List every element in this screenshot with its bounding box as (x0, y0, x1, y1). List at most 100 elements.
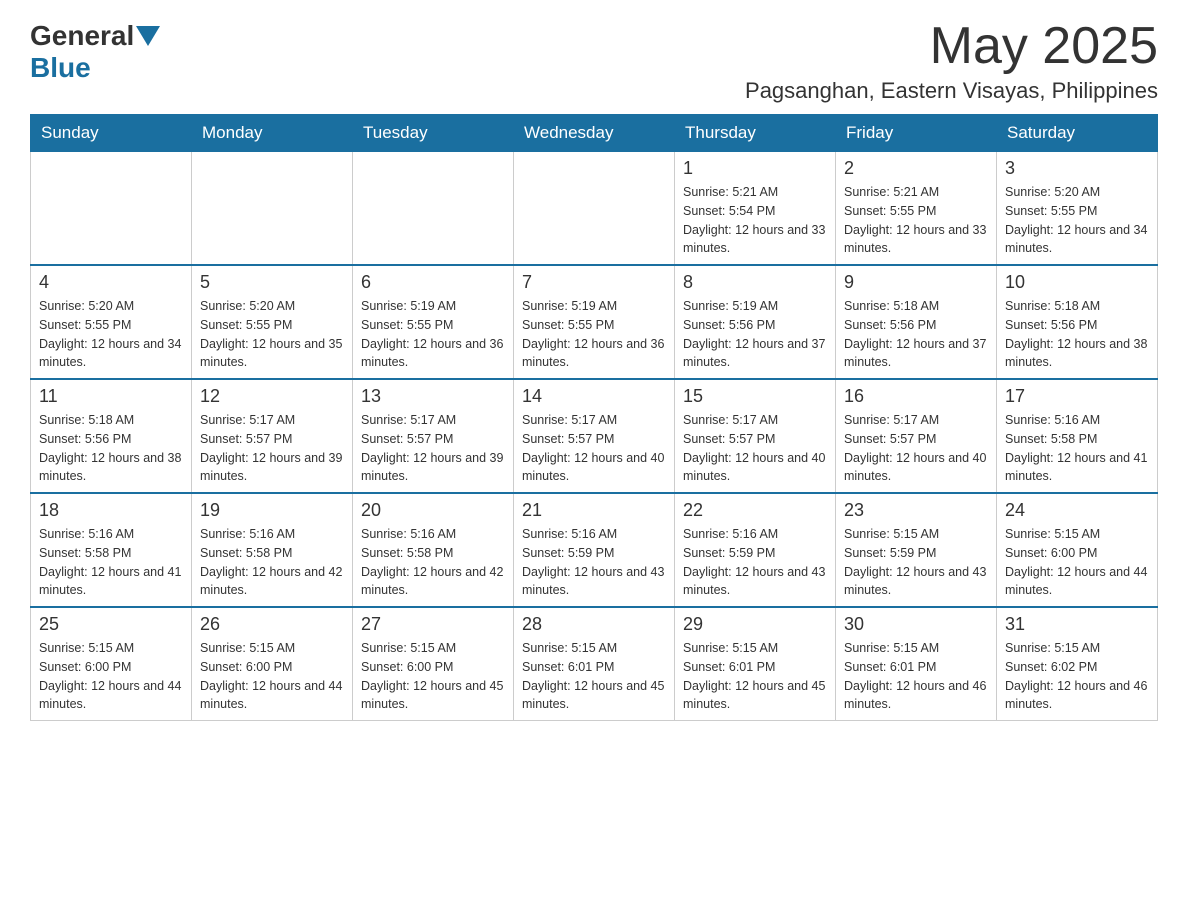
calendar-cell: 14Sunrise: 5:17 AMSunset: 5:57 PMDayligh… (514, 379, 675, 493)
day-number: 15 (683, 386, 827, 407)
day-number: 21 (522, 500, 666, 521)
calendar-week-row: 1 Sunrise: 5:21 AMSunset: 5:54 PMDaylight… (31, 152, 1158, 266)
day-info: Sunrise: 5:17 AMSunset: 5:57 PMDaylight:… (200, 411, 344, 486)
calendar-cell: 2 Sunrise: 5:21 AMSunset: 5:55 PMDaylight… (836, 152, 997, 266)
day-info: Sunrise: 5:16 AMSunset: 5:58 PMDaylight:… (361, 525, 505, 600)
day-number: 29 (683, 614, 827, 635)
calendar-cell: 13Sunrise: 5:17 AMSunset: 5:57 PMDayligh… (353, 379, 514, 493)
calendar-header-sunday: Sunday (31, 115, 192, 152)
day-info: Sunrise: 5:17 AMSunset: 5:57 PMDaylight:… (844, 411, 988, 486)
day-number: 7 (522, 272, 666, 293)
day-info: Sunrise: 5:21 AMSunset: 5:54 PMDaylight:… (683, 183, 827, 258)
day-number: 6 (361, 272, 505, 293)
calendar-cell: 16 Sunrise: 5:17 AMSunset: 5:57 PMDayligh… (836, 379, 997, 493)
day-number: 2 (844, 158, 988, 179)
day-number: 28 (522, 614, 666, 635)
calendar-cell: 10 Sunrise: 5:18 AMSunset: 5:56 PMDayligh… (997, 265, 1158, 379)
day-info: Sunrise: 5:20 AMSunset: 5:55 PMDaylight:… (39, 297, 183, 372)
title-section: May 2025 Pagsanghan, Eastern Visayas, Ph… (745, 20, 1158, 104)
calendar-week-row: 4 Sunrise: 5:20 AMSunset: 5:55 PMDaylight… (31, 265, 1158, 379)
day-number: 3 (1005, 158, 1149, 179)
calendar-table: SundayMondayTuesdayWednesdayThursdayFrid… (30, 114, 1158, 721)
calendar-cell: 7 Sunrise: 5:19 AMSunset: 5:55 PMDaylight… (514, 265, 675, 379)
calendar-cell: 15Sunrise: 5:17 AMSunset: 5:57 PMDayligh… (675, 379, 836, 493)
day-info: Sunrise: 5:15 AMSunset: 6:00 PMDaylight:… (361, 639, 505, 714)
calendar-cell: 26Sunrise: 5:15 AMSunset: 6:00 PMDayligh… (192, 607, 353, 721)
day-number: 1 (683, 158, 827, 179)
location-title: Pagsanghan, Eastern Visayas, Philippines (745, 78, 1158, 104)
calendar-cell: 12 Sunrise: 5:17 AMSunset: 5:57 PMDayligh… (192, 379, 353, 493)
calendar-header-wednesday: Wednesday (514, 115, 675, 152)
day-info: Sunrise: 5:19 AMSunset: 5:56 PMDaylight:… (683, 297, 827, 372)
page-header: General Blue May 2025 Pagsanghan, Easter… (30, 20, 1158, 104)
calendar-cell (514, 152, 675, 266)
calendar-week-row: 25 Sunrise: 5:15 AMSunset: 6:00 PMDayligh… (31, 607, 1158, 721)
day-number: 5 (200, 272, 344, 293)
calendar-cell: 3 Sunrise: 5:20 AMSunset: 5:55 PMDaylight… (997, 152, 1158, 266)
day-number: 4 (39, 272, 183, 293)
day-number: 25 (39, 614, 183, 635)
calendar-cell: 18 Sunrise: 5:16 AMSunset: 5:58 PMDayligh… (31, 493, 192, 607)
calendar-cell: 27 Sunrise: 5:15 AMSunset: 6:00 PMDayligh… (353, 607, 514, 721)
day-info: Sunrise: 5:19 AMSunset: 5:55 PMDaylight:… (522, 297, 666, 372)
day-info: Sunrise: 5:18 AMSunset: 5:56 PMDaylight:… (39, 411, 183, 486)
day-number: 11 (39, 386, 183, 407)
logo-general-text: General (30, 20, 134, 52)
calendar-cell: 1 Sunrise: 5:21 AMSunset: 5:54 PMDaylight… (675, 152, 836, 266)
calendar-cell: 11 Sunrise: 5:18 AMSunset: 5:56 PMDayligh… (31, 379, 192, 493)
day-info: Sunrise: 5:17 AMSunset: 5:57 PMDaylight:… (361, 411, 505, 486)
day-info: Sunrise: 5:16 AMSunset: 5:58 PMDaylight:… (200, 525, 344, 600)
calendar-cell: 17 Sunrise: 5:16 AMSunset: 5:58 PMDayligh… (997, 379, 1158, 493)
month-title: May 2025 (745, 20, 1158, 72)
day-number: 17 (1005, 386, 1149, 407)
logo: General Blue (30, 20, 162, 84)
calendar-cell: 4 Sunrise: 5:20 AMSunset: 5:55 PMDaylight… (31, 265, 192, 379)
calendar-header-row: SundayMondayTuesdayWednesdayThursdayFrid… (31, 115, 1158, 152)
day-info: Sunrise: 5:17 AMSunset: 5:57 PMDaylight:… (522, 411, 666, 486)
day-info: Sunrise: 5:18 AMSunset: 5:56 PMDaylight:… (844, 297, 988, 372)
day-number: 30 (844, 614, 988, 635)
calendar-week-row: 18 Sunrise: 5:16 AMSunset: 5:58 PMDayligh… (31, 493, 1158, 607)
day-info: Sunrise: 5:20 AMSunset: 5:55 PMDaylight:… (200, 297, 344, 372)
day-info: Sunrise: 5:15 AMSunset: 6:01 PMDaylight:… (683, 639, 827, 714)
calendar-header-friday: Friday (836, 115, 997, 152)
calendar-week-row: 11 Sunrise: 5:18 AMSunset: 5:56 PMDayligh… (31, 379, 1158, 493)
day-info: Sunrise: 5:15 AMSunset: 6:00 PMDaylight:… (39, 639, 183, 714)
logo-blue-text: Blue (30, 52, 91, 83)
calendar-cell: 9Sunrise: 5:18 AMSunset: 5:56 PMDaylight… (836, 265, 997, 379)
calendar-header-tuesday: Tuesday (353, 115, 514, 152)
day-number: 22 (683, 500, 827, 521)
calendar-cell: 31Sunrise: 5:15 AMSunset: 6:02 PMDayligh… (997, 607, 1158, 721)
day-info: Sunrise: 5:20 AMSunset: 5:55 PMDaylight:… (1005, 183, 1149, 258)
calendar-header-monday: Monday (192, 115, 353, 152)
day-number: 18 (39, 500, 183, 521)
day-info: Sunrise: 5:16 AMSunset: 5:59 PMDaylight:… (683, 525, 827, 600)
day-number: 10 (1005, 272, 1149, 293)
day-info: Sunrise: 5:15 AMSunset: 6:00 PMDaylight:… (1005, 525, 1149, 600)
calendar-cell: 8 Sunrise: 5:19 AMSunset: 5:56 PMDaylight… (675, 265, 836, 379)
day-info: Sunrise: 5:16 AMSunset: 5:58 PMDaylight:… (1005, 411, 1149, 486)
day-info: Sunrise: 5:15 AMSunset: 6:01 PMDaylight:… (522, 639, 666, 714)
day-info: Sunrise: 5:16 AMSunset: 5:58 PMDaylight:… (39, 525, 183, 600)
calendar-cell: 19 Sunrise: 5:16 AMSunset: 5:58 PMDayligh… (192, 493, 353, 607)
day-info: Sunrise: 5:15 AMSunset: 6:02 PMDaylight:… (1005, 639, 1149, 714)
day-number: 8 (683, 272, 827, 293)
calendar-cell: 22 Sunrise: 5:16 AMSunset: 5:59 PMDayligh… (675, 493, 836, 607)
calendar-cell: 24 Sunrise: 5:15 AMSunset: 6:00 PMDayligh… (997, 493, 1158, 607)
calendar-header-thursday: Thursday (675, 115, 836, 152)
day-number: 19 (200, 500, 344, 521)
day-info: Sunrise: 5:18 AMSunset: 5:56 PMDaylight:… (1005, 297, 1149, 372)
calendar-cell (31, 152, 192, 266)
day-info: Sunrise: 5:21 AMSunset: 5:55 PMDaylight:… (844, 183, 988, 258)
day-number: 27 (361, 614, 505, 635)
day-number: 26 (200, 614, 344, 635)
logo-triangle-icon (136, 26, 160, 46)
calendar-cell: 5 Sunrise: 5:20 AMSunset: 5:55 PMDaylight… (192, 265, 353, 379)
day-number: 12 (200, 386, 344, 407)
calendar-cell (192, 152, 353, 266)
day-number: 24 (1005, 500, 1149, 521)
calendar-cell (353, 152, 514, 266)
day-info: Sunrise: 5:15 AMSunset: 6:01 PMDaylight:… (844, 639, 988, 714)
day-info: Sunrise: 5:16 AMSunset: 5:59 PMDaylight:… (522, 525, 666, 600)
day-number: 16 (844, 386, 988, 407)
